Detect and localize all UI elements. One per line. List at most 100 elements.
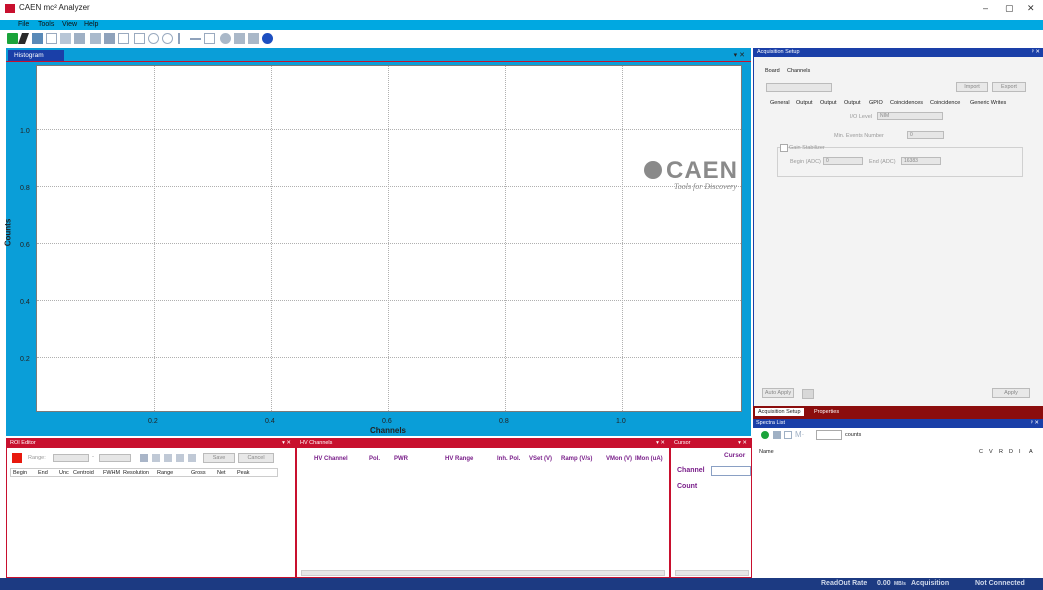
spectra-list-title-text: Spectra List bbox=[756, 420, 786, 426]
close-icon[interactable]: ▾ ✕ bbox=[738, 439, 747, 448]
close-icon[interactable]: ▾ ✕ bbox=[282, 439, 291, 448]
tab-histogram[interactable]: Histogram bbox=[8, 50, 64, 61]
reset-icon[interactable] bbox=[220, 33, 231, 44]
save-icon[interactable] bbox=[32, 33, 43, 44]
pause-icon[interactable] bbox=[104, 33, 115, 44]
close-icon[interactable]: ▾ ✕ bbox=[656, 439, 665, 448]
clear-roi-icon[interactable] bbox=[188, 454, 196, 462]
menu-view[interactable]: View bbox=[62, 21, 77, 28]
range-start-input[interactable] bbox=[53, 454, 89, 462]
subtab-general[interactable]: General bbox=[770, 100, 790, 106]
grid-line bbox=[37, 300, 741, 301]
subtab-output-2[interactable]: Output bbox=[820, 100, 837, 106]
subtab-coincidence[interactable]: Coincidence bbox=[930, 100, 960, 106]
add-roi-icon[interactable] bbox=[140, 454, 148, 462]
minimize-button[interactable]: – bbox=[983, 3, 988, 13]
range-end-input[interactable] bbox=[99, 454, 131, 462]
menu-tools[interactable]: Tools bbox=[38, 21, 54, 28]
toolbar bbox=[0, 30, 1043, 48]
import-button[interactable]: Import bbox=[956, 82, 988, 92]
cursor-title: Cursor ▾ ✕ bbox=[671, 439, 751, 448]
save-button[interactable]: Save bbox=[203, 453, 235, 463]
auto-apply-button[interactable]: Auto Apply bbox=[762, 388, 794, 398]
folder-icon[interactable] bbox=[90, 33, 101, 44]
filter-icon[interactable] bbox=[784, 431, 792, 439]
gain-stabilizer-label: Gain Stabilizer bbox=[789, 145, 825, 151]
min-events-label: Min. Events Number bbox=[834, 133, 884, 139]
vertical-zoom-icon[interactable] bbox=[178, 33, 183, 44]
subtab-generic-writes[interactable]: Generic Writes bbox=[970, 100, 1006, 106]
name-column-header: Name bbox=[759, 449, 774, 455]
pin-icon[interactable]: ᵖ ✕ bbox=[1031, 419, 1039, 428]
subtab-output-3[interactable]: Output bbox=[844, 100, 861, 106]
horizontal-zoom-icon[interactable] bbox=[190, 38, 201, 45]
auto-scale-icon[interactable] bbox=[204, 33, 215, 44]
counts-input[interactable] bbox=[816, 430, 842, 440]
end-adc-input[interactable]: 16383 bbox=[901, 157, 941, 165]
signal-icon[interactable] bbox=[248, 33, 259, 44]
column-header: Begin bbox=[13, 470, 28, 476]
fit-roi-icon[interactable] bbox=[176, 454, 184, 462]
x-tick-label: 0.2 bbox=[148, 418, 158, 425]
y-axis-label: Counts bbox=[3, 218, 13, 247]
menu-help[interactable]: Help bbox=[84, 21, 98, 28]
subtab-output-1[interactable]: Output bbox=[796, 100, 813, 106]
tab-channels[interactable]: Channels bbox=[787, 68, 810, 74]
new-icon[interactable] bbox=[7, 33, 18, 44]
info-icon[interactable] bbox=[262, 33, 273, 44]
save-icon[interactable] bbox=[773, 431, 781, 439]
chart-icon[interactable] bbox=[134, 33, 145, 44]
cancel-button[interactable]: Cancel bbox=[238, 453, 274, 463]
histogram-panel: Histogram ▾ ✕ CAEN Tools for Discovery 0… bbox=[3, 48, 751, 436]
step-icon[interactable] bbox=[118, 33, 129, 44]
zoom-in-icon[interactable] bbox=[148, 33, 159, 44]
menu-file[interactable]: File bbox=[18, 21, 29, 28]
tab-acquisition-setup[interactable]: Acquisition Setup bbox=[755, 408, 804, 416]
pin-icon[interactable]: ᵖ ✕ bbox=[1032, 48, 1040, 57]
disk-icon[interactable] bbox=[60, 33, 71, 44]
pen-icon[interactable] bbox=[17, 33, 30, 44]
min-events-input[interactable]: 0 bbox=[907, 131, 944, 139]
hv-horizontal-scrollbar[interactable] bbox=[301, 570, 665, 576]
tab-board[interactable]: Board bbox=[765, 68, 780, 74]
histogram-plot-area[interactable]: CAEN Tools for Discovery bbox=[36, 65, 742, 412]
m-icon[interactable]: M· bbox=[795, 430, 804, 439]
filter-icon[interactable] bbox=[46, 33, 57, 44]
io-level-label: I/O Level bbox=[850, 114, 873, 120]
delete-roi-icon[interactable] bbox=[164, 454, 172, 462]
channel-field[interactable] bbox=[711, 466, 751, 476]
grid-line bbox=[37, 357, 741, 358]
close-button[interactable]: ✕ bbox=[1027, 3, 1035, 14]
subtab-coincidences[interactable]: Coincidences bbox=[890, 100, 923, 106]
copy-icon[interactable] bbox=[802, 389, 814, 399]
board-select[interactable] bbox=[766, 83, 832, 92]
readout-rate-value: 0.00 bbox=[877, 580, 891, 587]
add-icon[interactable] bbox=[761, 431, 769, 439]
column-header: Ramp (V/s) bbox=[561, 456, 593, 462]
edit-roi-icon[interactable] bbox=[152, 454, 160, 462]
io-level-select[interactable]: NIM bbox=[877, 112, 943, 120]
column-header: Peak bbox=[237, 470, 250, 476]
roi-editor-title: ROI Editor ▾ ✕ bbox=[7, 439, 295, 448]
zoom-out-icon[interactable] bbox=[162, 33, 173, 44]
tab-properties[interactable]: Properties bbox=[811, 408, 842, 416]
acquisition-setup-panel: Acquisition Setup ᵖ ✕ Board Channels Impo… bbox=[753, 48, 1043, 406]
speaker-icon[interactable] bbox=[234, 33, 245, 44]
apply-button[interactable]: Apply bbox=[992, 388, 1030, 398]
column-header-r: R bbox=[999, 449, 1003, 455]
roi-color-swatch[interactable] bbox=[12, 453, 22, 463]
gain-stabilizer-checkbox[interactable] bbox=[780, 144, 788, 152]
begin-adc-input[interactable]: 0 bbox=[823, 157, 863, 165]
play-icon[interactable] bbox=[74, 33, 85, 44]
histogram-close-button[interactable]: ▾ ✕ bbox=[734, 51, 745, 59]
column-header: Resolution bbox=[123, 470, 149, 476]
maximize-button[interactable]: ▢ bbox=[1005, 3, 1014, 14]
subtab-gpio[interactable]: GPIO bbox=[869, 100, 883, 106]
column-header: Range bbox=[157, 470, 174, 476]
export-button[interactable]: Export bbox=[992, 82, 1026, 92]
menu-bar: File Tools View Help bbox=[0, 20, 1043, 30]
column-header: End bbox=[38, 470, 48, 476]
cursor-horizontal-scrollbar[interactable] bbox=[675, 570, 749, 576]
hv-channels-title: HV Channels ▾ ✕ bbox=[297, 439, 669, 448]
acquisition-setup-title-text: Acquisition Setup bbox=[757, 49, 800, 55]
